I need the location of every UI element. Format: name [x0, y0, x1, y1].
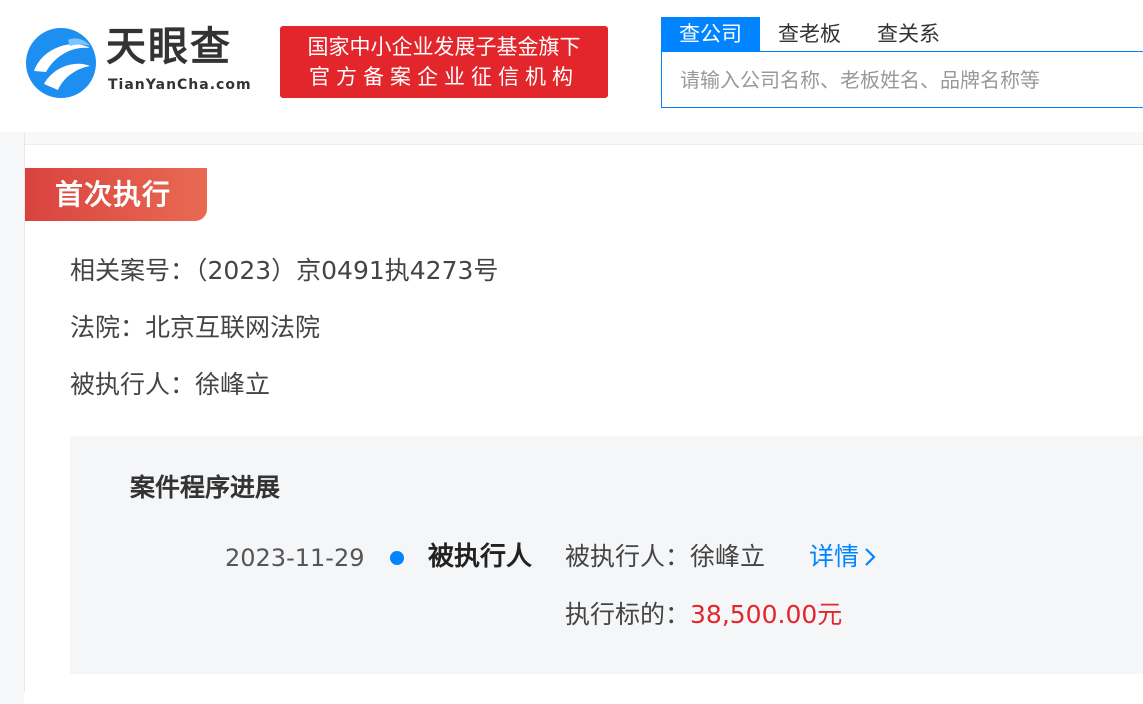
official-badge: 国家中小企业发展子基金旗下 官方备案企业征信机构: [280, 26, 608, 98]
badge-line-1: 国家中小企业发展子基金旗下: [307, 35, 581, 59]
executee-row: 被执行人：徐峰立: [70, 368, 270, 402]
progress-title: 案件程序进展: [130, 473, 281, 502]
tab-boss[interactable]: 查老板: [760, 17, 859, 51]
progress-executee-label: 被执行人：: [565, 542, 691, 571]
case-number-row: 相关案号：（2023）京0491执4273号: [70, 254, 498, 288]
case-number-value: （2023）京0491执4273号: [195, 256, 499, 285]
court-value: 北京互联网法院: [145, 313, 321, 342]
court-label: 法院：: [70, 313, 146, 342]
tab-company[interactable]: 查公司: [661, 17, 760, 51]
detail-link[interactable]: 详情: [809, 540, 877, 574]
badge-line-2: 官方备案企业征信机构: [309, 65, 579, 89]
executee-label: 被执行人：: [70, 370, 196, 399]
search-tabs: 查公司 查老板 查关系: [661, 17, 958, 51]
detail-link-label[interactable]: 详情: [809, 540, 859, 574]
progress-subject-amount: 38,500.00元: [690, 600, 843, 629]
section-tag-first-execution: 首次执行: [25, 168, 207, 221]
court-row: 法院：北京互联网法院: [70, 311, 320, 345]
chevron-right-icon[interactable]: [863, 546, 877, 568]
logo-text-cn[interactable]: 天眼查: [106, 22, 232, 72]
progress-executee-value: 徐峰立: [690, 542, 766, 571]
search-input[interactable]: [662, 52, 1143, 107]
search-box: [661, 51, 1143, 108]
tianyancha-logo-icon[interactable]: [24, 26, 98, 100]
progress-executee: 被执行人：徐峰立: [565, 540, 765, 574]
progress-role: 被执行人: [428, 542, 533, 572]
timeline-dot-icon: [390, 551, 404, 565]
case-progress-box: 案件程序进展 2023-11-29 被执行人 被执行人：徐峰立 详情 执行标的：…: [70, 436, 1143, 674]
executee-value: 徐峰立: [195, 370, 271, 399]
progress-date: 2023-11-29: [225, 544, 365, 572]
progress-subject-label: 执行标的：: [565, 600, 691, 629]
tab-relation[interactable]: 查关系: [859, 17, 958, 51]
progress-subject: 执行标的：38,500.00元: [565, 598, 842, 632]
site-header: 天眼查 TianYanCha.com 国家中小企业发展子基金旗下 官方备案企业征…: [0, 0, 1143, 132]
case-number-label: 相关案号：: [70, 256, 196, 285]
logo-text-en[interactable]: TianYanCha.com: [108, 76, 252, 94]
